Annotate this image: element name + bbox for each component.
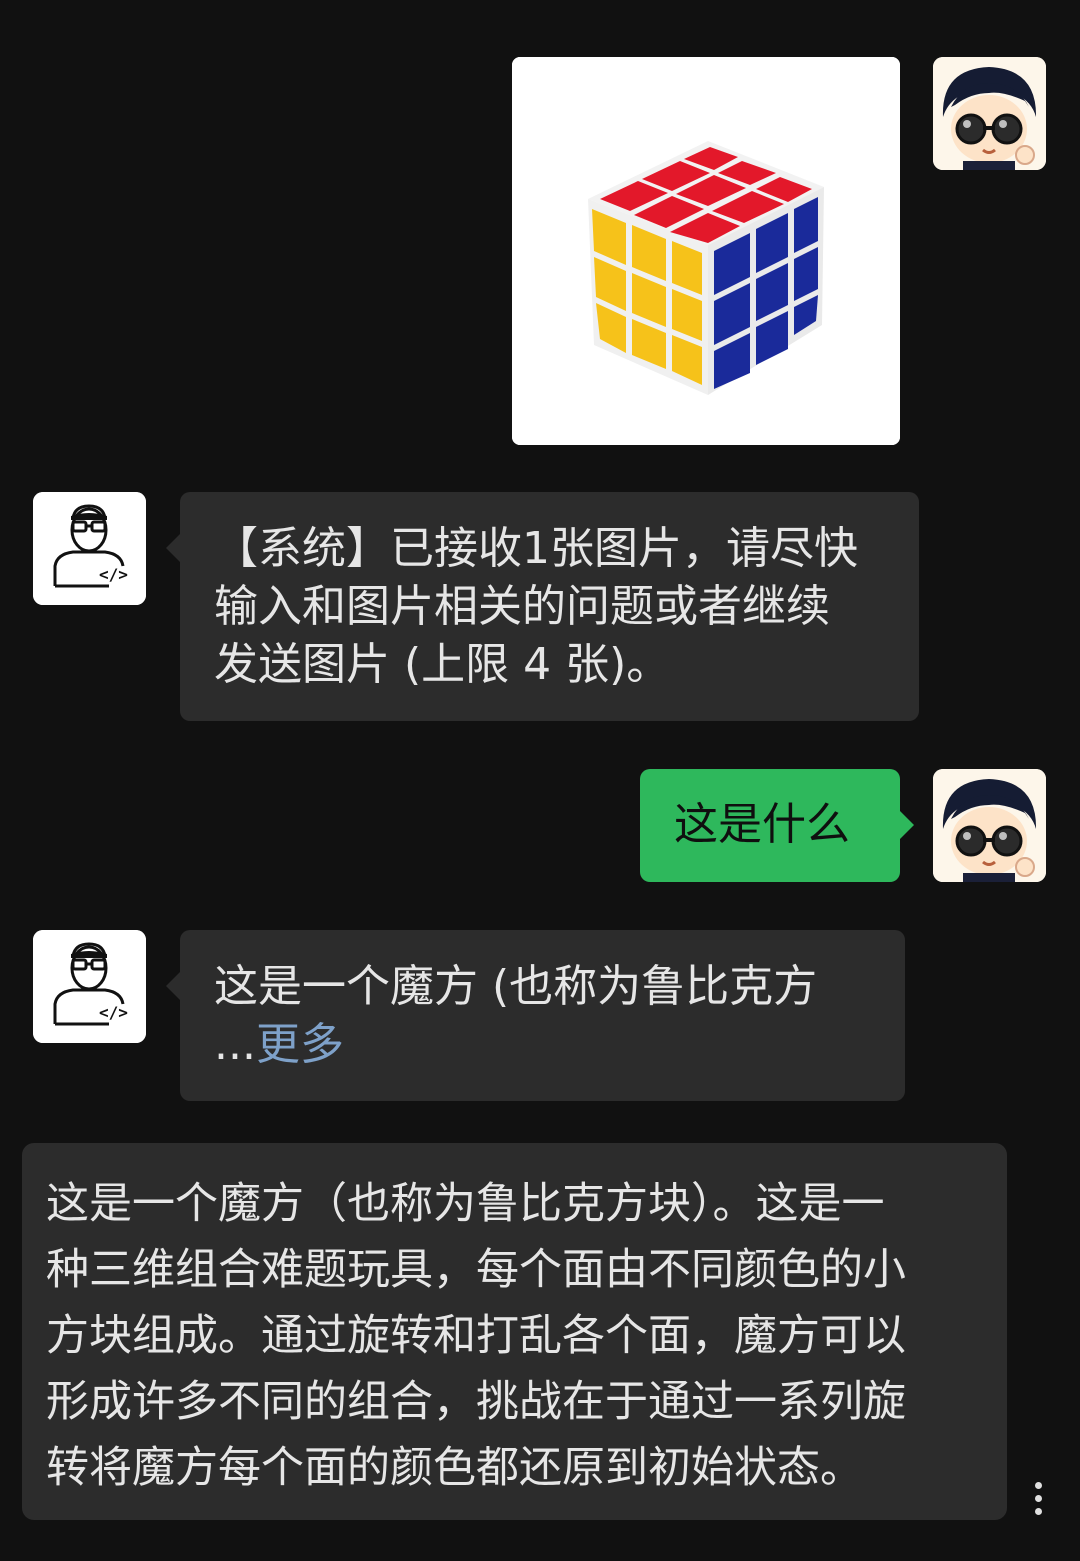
svg-text:</>: </>: [99, 565, 128, 584]
expanded-answer-panel: 这是一个魔方（也称为鲁比克方块）。这是一 种三维组合难题玩具，每个面由不同颜色的…: [22, 1143, 1007, 1520]
bot-avatar[interactable]: </>: [33, 930, 146, 1043]
message-text-line: 发送图片 (上限 4 张)。: [214, 639, 671, 690]
menu-dot: [1034, 1508, 1042, 1515]
more-link[interactable]: 更多: [256, 1019, 344, 1070]
user-avatar[interactable]: [933, 769, 1046, 882]
rubiks-cube-image: [512, 57, 900, 445]
more-vertical-icon[interactable]: [1026, 1482, 1050, 1522]
svg-text:</>: </>: [99, 1003, 128, 1022]
expanded-text-line: 转将魔方每个面的颜色都还原到初始状态。: [46, 1443, 863, 1493]
bot-avatar[interactable]: </>: [33, 492, 146, 605]
user-avatar-icon: [933, 57, 1046, 170]
bot-answer-bubble[interactable]: 这是一个魔方 (也称为鲁比克方 ...更多: [166, 930, 905, 1101]
user-question-bubble[interactable]: 这是什么: [640, 769, 914, 882]
user-avatar-icon: [933, 769, 1046, 882]
developer-avatar-icon: </>: [33, 492, 146, 605]
expanded-text-line: 这是一个魔方（也称为鲁比克方块）。这是一: [46, 1179, 885, 1229]
message-text: 这是什么: [674, 799, 850, 850]
expanded-text-line: 种三维组合难题玩具，每个面由不同颜色的小: [46, 1245, 906, 1295]
developer-avatar-icon: </>: [33, 930, 146, 1043]
message-text-line: 输入和图片相关的问题或者继续: [214, 581, 830, 632]
expanded-text-line: 形成许多不同的组合，挑战在于通过一系列旋: [46, 1377, 906, 1427]
menu-dot: [1034, 1495, 1042, 1502]
message-text-line: 【系统】已接收1张图片，请尽快: [214, 523, 858, 574]
message-text-line: ...更多: [214, 1016, 905, 1074]
menu-dot: [1034, 1482, 1042, 1489]
message-text-line: 这是一个魔方 (也称为鲁比克方: [214, 961, 818, 1012]
user-avatar[interactable]: [933, 57, 1046, 170]
image-message[interactable]: [512, 57, 900, 445]
ellipsis-text: ...: [214, 1019, 256, 1070]
system-reply-bubble[interactable]: 【系统】已接收1张图片，请尽快 输入和图片相关的问题或者继续 发送图片 (上限 …: [166, 492, 919, 721]
expanded-text-line: 方块组成。通过旋转和打乱各个面，魔方可以: [46, 1311, 906, 1361]
